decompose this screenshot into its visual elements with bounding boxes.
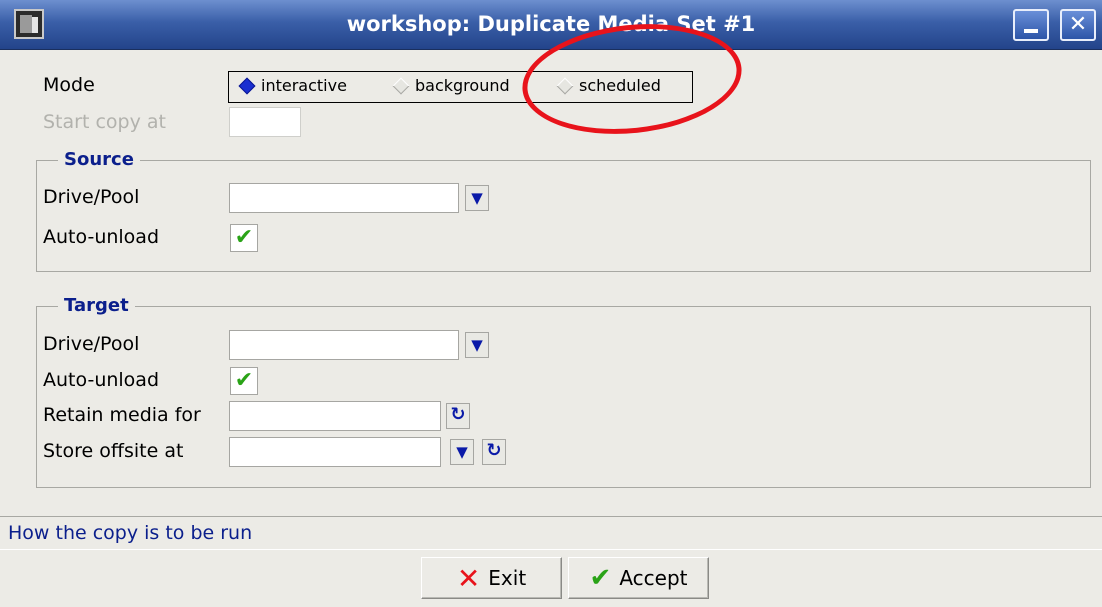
accept-check-icon: ✔ [589, 563, 612, 593]
target-drive-pool-field[interactable] [229, 330, 459, 360]
close-button[interactable]: ✕ [1060, 9, 1096, 41]
radio-unselected-icon [392, 77, 410, 94]
store-offsite-field[interactable] [229, 437, 441, 467]
start-copy-field[interactable] [229, 107, 301, 137]
source-drive-pool-dropdown-icon[interactable]: ▼ [465, 185, 489, 211]
accept-button[interactable]: ✔ Accept [568, 557, 709, 599]
status-text: How the copy is to be run [8, 522, 253, 544]
source-drive-pool-field[interactable] [229, 183, 459, 213]
radio-selected-icon [238, 77, 256, 94]
store-offsite-dropdown-icon[interactable]: ▼ [450, 439, 474, 465]
title-bar: workshop: Duplicate Media Set #1 ✕ [0, 0, 1102, 50]
status-bar: How the copy is to be run [0, 516, 1102, 550]
source-drive-pool-label: Drive/Pool [43, 186, 140, 208]
mode-interactive-label: interactive [261, 76, 347, 95]
window-title: workshop: Duplicate Media Set #1 [346, 12, 756, 36]
source-auto-unload-checkbox[interactable]: ✔ [230, 224, 258, 252]
exit-label: Exit [488, 566, 527, 590]
retain-media-label: Retain media for [43, 404, 201, 426]
store-offsite-refresh-icon[interactable]: ↻ [482, 439, 506, 465]
retain-media-field[interactable] [229, 401, 441, 431]
exit-x-icon: ✕ [456, 561, 481, 595]
source-title: Source [58, 149, 140, 170]
start-copy-label: Start copy at [43, 111, 166, 133]
target-auto-unload-checkbox[interactable]: ✔ [230, 367, 258, 395]
store-offsite-label: Store offsite at [43, 440, 184, 462]
exit-button[interactable]: ✕ Exit [421, 557, 562, 599]
mode-interactive-radio[interactable]: interactive [238, 76, 347, 95]
accept-label: Accept [619, 566, 688, 590]
target-drive-pool-label: Drive/Pool [43, 333, 140, 355]
target-title: Target [58, 295, 135, 316]
source-group [36, 160, 1091, 272]
mode-background-label: background [415, 76, 510, 95]
target-auto-unload-label: Auto-unload [43, 369, 160, 391]
target-drive-pool-dropdown-icon[interactable]: ▼ [465, 332, 489, 358]
mode-background-radio[interactable]: background [392, 76, 510, 95]
source-auto-unload-label: Auto-unload [43, 226, 160, 248]
target-group [36, 306, 1091, 488]
retain-media-refresh-icon[interactable]: ↻ [446, 403, 470, 429]
mode-label: Mode [43, 74, 95, 96]
minimize-button[interactable] [1013, 9, 1049, 41]
